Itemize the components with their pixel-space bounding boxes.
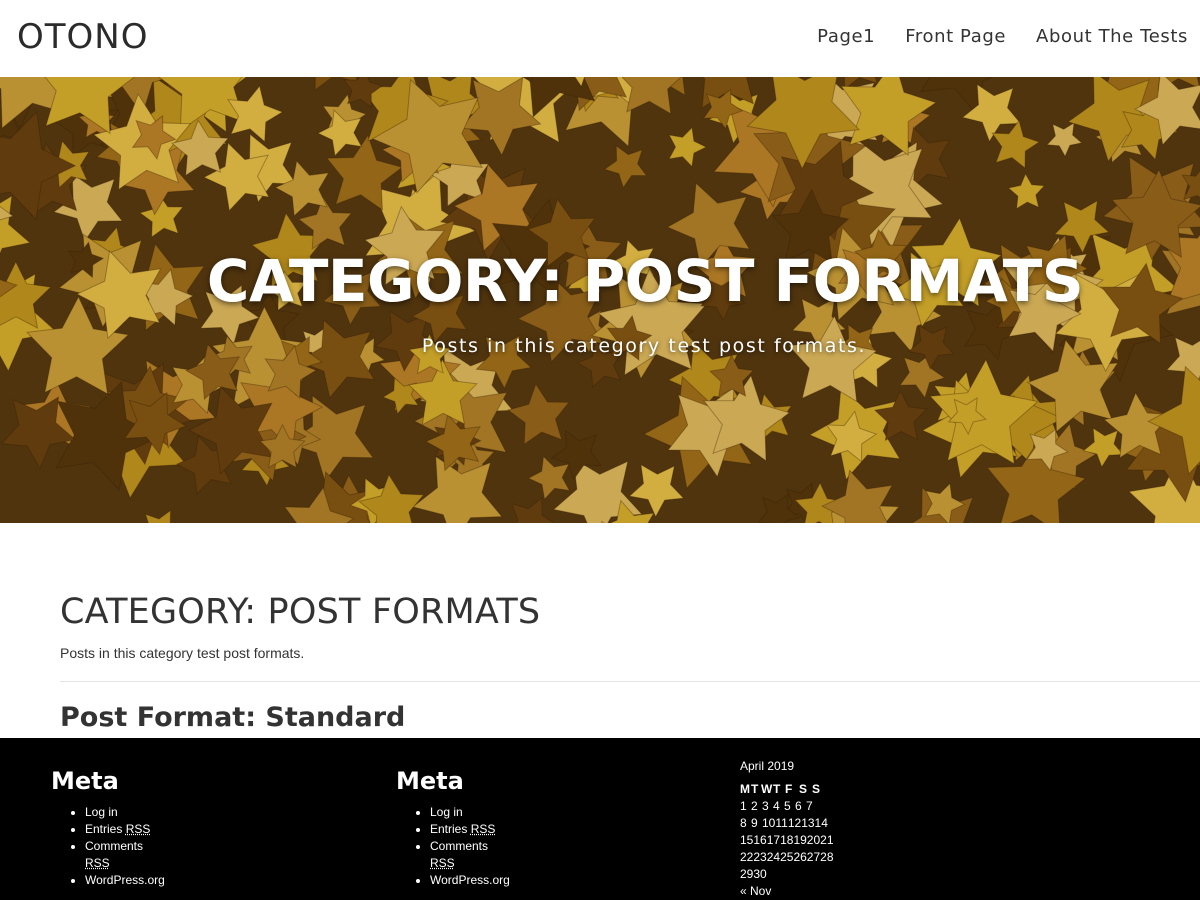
link-text: Entries	[85, 822, 126, 836]
calendar-day: 4	[773, 799, 780, 813]
wordpress-org-link[interactable]: WordPress.org	[430, 873, 510, 887]
nav-item-about-the-tests[interactable]: About The Tests	[1036, 24, 1188, 50]
calendar-day: 16	[753, 833, 767, 847]
link-text: Comments	[85, 839, 144, 853]
list-item: Entries RSS	[85, 821, 165, 838]
hero-description: Posts in this category test post formats…	[421, 335, 867, 357]
rss-abbr: RSS	[125, 822, 151, 836]
archive-description: Posts in this category test post formats…	[60, 645, 305, 661]
log-in-link[interactable]: Log in	[430, 805, 463, 819]
list-item: Comments RSS	[430, 838, 510, 872]
weekday-label: T	[773, 782, 781, 796]
weekday-label: S	[799, 782, 808, 796]
list-item: Entries RSS	[430, 821, 510, 838]
site-footer: Meta Log in Entries RSS Comments RSS Wor…	[0, 738, 1200, 900]
site-header: OTONO Page1 Front Page About The Tests	[0, 0, 1200, 77]
comments-rss-link[interactable]: Comments RSS	[85, 839, 143, 870]
calendar-day: 5	[784, 799, 791, 813]
link-text: Comments	[430, 839, 489, 853]
calendar-day: 6	[795, 799, 802, 813]
calendar-prev-month-link[interactable]: « Nov	[740, 884, 771, 898]
meta-links-list: Log in Entries RSS Comments RSS WordPres…	[71, 804, 165, 889]
calendar-day: 13	[801, 816, 815, 830]
calendar-day: 29	[740, 867, 754, 881]
site-title-link[interactable]: OTONO	[17, 16, 149, 58]
rss-abbr: RSS	[430, 856, 455, 870]
weekday-label: M	[740, 782, 750, 796]
calendar-week-row: 1 2 3 4 5 6 7	[740, 798, 834, 815]
archive-title: CATEGORY: POST FORMATS	[60, 592, 541, 632]
post-title-link[interactable]: Post Format: Standard	[60, 700, 405, 736]
hero-title: CATEGORY: POST FORMATS	[206, 247, 1084, 315]
calendar-day: 12	[787, 816, 802, 830]
list-item: WordPress.org	[430, 872, 510, 889]
calendar-day: 1	[740, 799, 747, 813]
comments-rss-link[interactable]: Comments RSS	[430, 839, 488, 870]
calendar-day: 3	[762, 799, 769, 813]
calendar-day: 26	[793, 850, 807, 864]
calendar-day: 27	[806, 850, 821, 864]
calendar-day: 25	[780, 850, 794, 864]
rss-abbr: RSS	[470, 822, 496, 836]
calendar-day: 20	[806, 833, 821, 847]
entries-rss-link[interactable]: Entries RSS	[85, 822, 150, 836]
widget-title: Meta	[396, 767, 464, 795]
calendar-week-row: 29 30	[740, 866, 834, 883]
calendar-day: 28	[820, 850, 834, 864]
calendar-week-row: 8 9 10 11 12 13 14	[740, 815, 834, 832]
weekday-label: F	[785, 782, 793, 796]
meta-links-list: Log in Entries RSS Comments RSS WordPres…	[416, 804, 510, 889]
wordpress-org-link[interactable]: WordPress.org	[85, 873, 165, 887]
widget-title: Meta	[51, 767, 119, 795]
calendar-week-row: 15 16 17 18 19 20 21	[740, 832, 834, 849]
nav-item-front-page[interactable]: Front Page	[905, 24, 1006, 50]
main-navigation: Page1 Front Page About The Tests	[787, 24, 1188, 50]
weekday-label: S	[812, 782, 821, 796]
nav-item-page1[interactable]: Page1	[817, 24, 875, 50]
calendar-day: 11	[775, 816, 788, 830]
entries-rss-link[interactable]: Entries RSS	[430, 822, 495, 836]
hero-banner: CATEGORY: POST FORMATS Posts in this cat…	[0, 77, 1200, 523]
calendar-day: 7	[806, 799, 813, 813]
log-in-link[interactable]: Log in	[85, 805, 118, 819]
calendar-day: 23	[753, 850, 767, 864]
content-divider	[60, 681, 1200, 682]
list-item: Log in	[430, 804, 510, 821]
calendar-day: 2	[751, 799, 758, 813]
calendar-caption: April 2019	[740, 759, 795, 773]
link-text: Entries	[430, 822, 471, 836]
weekday-label: W	[761, 782, 773, 796]
calendar-day: 17	[766, 833, 781, 847]
calendar-week-row: 22 23 24 25 26 27 28	[740, 849, 834, 866]
calendar-day: 19	[793, 833, 807, 847]
calendar-day: 9	[751, 816, 758, 830]
calendar-widget: April 2019 M T W T F S S 1 2 3 4 5 6 7 8…	[740, 758, 834, 900]
calendar-weekday-row: M T W T F S S	[740, 781, 834, 798]
calendar-day: 14	[814, 816, 828, 830]
list-item: WordPress.org	[85, 872, 165, 889]
calendar-day: 30	[753, 867, 767, 881]
list-item: Log in	[85, 804, 165, 821]
weekday-label: T	[751, 782, 759, 796]
rss-abbr: RSS	[85, 856, 110, 870]
calendar-navigation: « Nov	[740, 883, 834, 900]
calendar-day: 10	[762, 816, 776, 830]
list-item: Comments RSS	[85, 838, 165, 872]
calendar-day: 21	[820, 833, 834, 847]
calendar-day: 24	[766, 850, 781, 864]
calendar-day: 8	[740, 816, 747, 830]
calendar-day: 15	[740, 833, 754, 847]
calendar-day: 18	[780, 833, 794, 847]
calendar-day: 22	[740, 850, 754, 864]
